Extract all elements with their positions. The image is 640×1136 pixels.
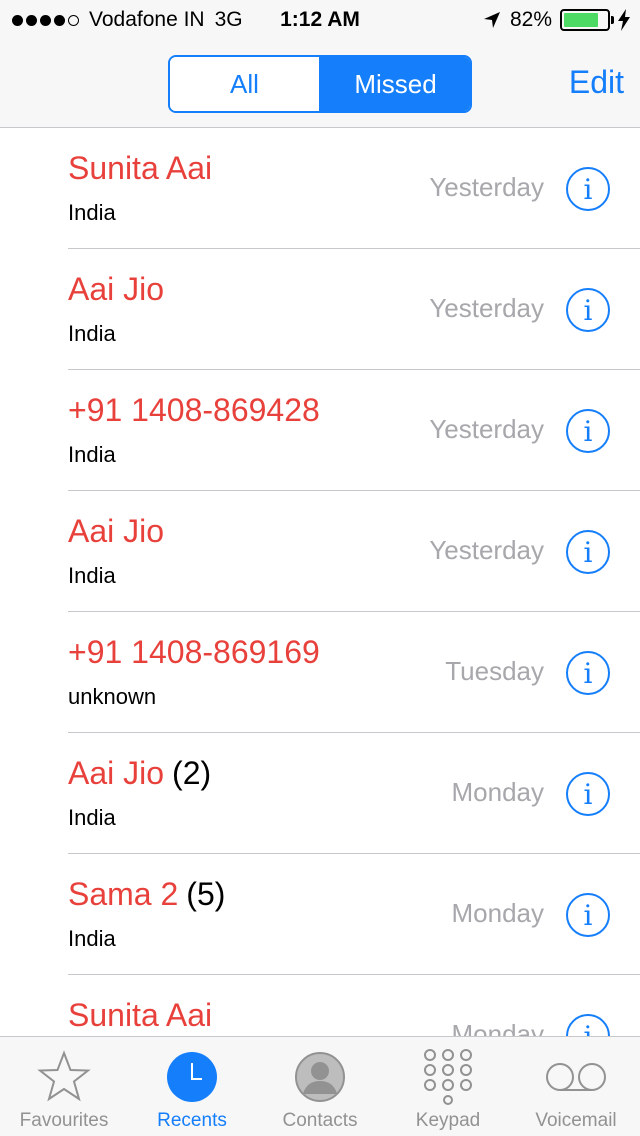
call-location: India (68, 321, 116, 346)
call-row[interactable]: +91 1408-869169 unknown Tuesday i (0, 612, 640, 733)
call-row[interactable]: Sunita Aai Monday i (0, 975, 640, 1036)
tab-label: Recents (157, 1110, 227, 1131)
person-icon (295, 1052, 345, 1102)
nav-bar: All Missed Edit (0, 40, 640, 128)
call-location: India (68, 926, 116, 951)
tab-favourites[interactable]: Favourites (0, 1037, 128, 1136)
call-date: Monday (451, 777, 545, 807)
call-date: Yesterday (429, 535, 544, 565)
call-row[interactable]: Aai Jio India Yesterday i (0, 491, 640, 612)
info-icon[interactable]: i (566, 288, 610, 332)
call-date: Tuesday (445, 656, 544, 686)
battery-fill (564, 13, 599, 27)
tab-bar: Favourites Recents Contacts Keypad Voice… (0, 1036, 640, 1136)
caller-name: +91 1408-869428 (68, 392, 320, 429)
caller-name-text: Sama 2 (68, 876, 179, 912)
call-date: Monday (451, 1019, 545, 1036)
clock-icon (167, 1052, 217, 1102)
caller-name-text: Aai Jio (68, 755, 165, 791)
call-location: India (68, 200, 116, 225)
call-date: Monday (451, 898, 545, 928)
voicemail-icon (546, 1063, 606, 1091)
info-icon[interactable]: i (566, 530, 610, 574)
caller-name: Aai Jio (68, 513, 164, 550)
segment-missed[interactable]: Missed (319, 57, 470, 111)
info-icon[interactable]: i (566, 167, 610, 211)
status-bar: Vodafone IN 3G 1:12 AM 82% (0, 0, 640, 40)
call-row[interactable]: Aai Jio India Yesterday i (0, 249, 640, 370)
status-right: 82% (482, 8, 630, 32)
call-date: Yesterday (429, 293, 544, 323)
filter-segmented-control: All Missed (168, 55, 472, 113)
caller-name-text: Sunita Aai (68, 997, 213, 1033)
call-date: Yesterday (429, 172, 544, 202)
call-row[interactable]: Sama 2 (5) India Monday i (0, 854, 640, 975)
caller-name-text: +91 1408-869428 (68, 392, 320, 428)
tab-recents[interactable]: Recents (128, 1037, 256, 1136)
caller-name-text: Aai Jio (68, 513, 165, 549)
caller-name: +91 1408-869169 (68, 634, 320, 671)
charging-bolt-icon (618, 9, 630, 31)
tab-keypad[interactable]: Keypad (384, 1037, 512, 1136)
info-icon[interactable]: i (566, 651, 610, 695)
tab-label: Favourites (19, 1110, 109, 1131)
recent-calls-list[interactable]: Sunita Aai India Yesterday i Aai Jio India Yes… (0, 128, 640, 1036)
battery-percentage: 82% (509, 8, 552, 31)
caller-name: Aai Jio (68, 271, 164, 308)
call-location: India (68, 563, 116, 588)
keypad-icon (424, 1049, 472, 1105)
call-date: Yesterday (429, 414, 544, 444)
info-icon[interactable]: i (566, 409, 610, 453)
tab-label: Contacts (282, 1110, 358, 1131)
caller-name-text: Sunita Aai (68, 150, 213, 186)
caller-name: Sunita Aai (68, 150, 212, 187)
call-count: (2) (172, 755, 212, 791)
tab-voicemail[interactable]: Voicemail (512, 1037, 640, 1136)
call-location: unknown (68, 684, 157, 709)
call-row[interactable]: Sunita Aai India Yesterday i (0, 128, 640, 249)
caller-name: Sama 2 (5) (68, 876, 225, 913)
caller-name: Aai Jio (2) (68, 755, 211, 792)
caller-name: Sunita Aai (68, 997, 212, 1034)
tab-label: Keypad (415, 1110, 481, 1131)
info-icon[interactable]: i (566, 893, 610, 937)
star-icon (37, 1050, 91, 1102)
call-row[interactable]: +91 1408-869428 India Yesterday i (0, 370, 640, 491)
tab-contacts[interactable]: Contacts (256, 1037, 384, 1136)
call-location: India (68, 805, 116, 830)
call-row[interactable]: Aai Jio (2) India Monday i (0, 733, 640, 854)
tab-label: Voicemail (535, 1110, 617, 1131)
caller-name-text: Aai Jio (68, 271, 165, 307)
info-icon[interactable]: i (566, 1014, 610, 1036)
call-count: (5) (186, 876, 226, 912)
info-icon[interactable]: i (566, 772, 610, 816)
edit-button[interactable]: Edit (569, 64, 624, 101)
battery-icon (560, 9, 614, 31)
caller-name-text: +91 1408-869169 (68, 634, 320, 670)
location-arrow-icon (483, 12, 500, 28)
call-location: India (68, 442, 116, 467)
segment-all[interactable]: All (170, 57, 319, 111)
